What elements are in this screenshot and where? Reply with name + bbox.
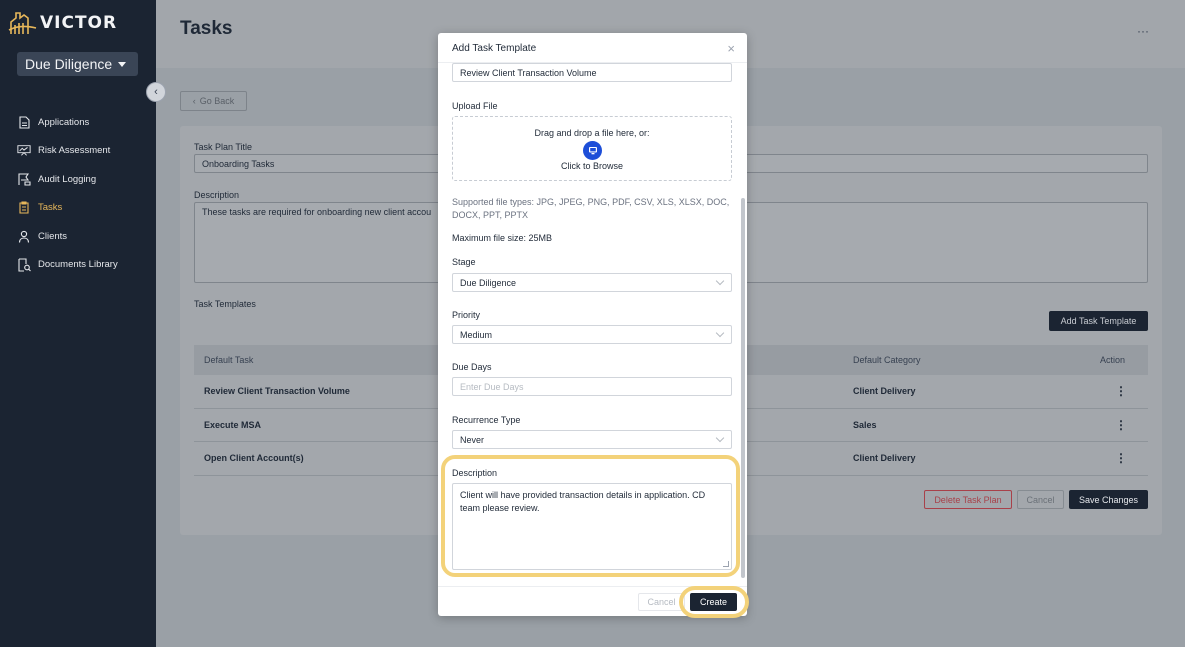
close-icon[interactable]: × xyxy=(727,41,735,56)
castle-logo-icon xyxy=(8,12,37,34)
modal-body: Review Client Transaction Volume Upload … xyxy=(438,63,747,583)
sidebar-item-label: Risk Assessment xyxy=(38,145,111,157)
sidebar-item-clients[interactable]: Clients xyxy=(17,222,118,251)
sidebar-collapse-button[interactable]: ‹ xyxy=(146,82,166,102)
stage-dropdown[interactable]: Due Diligence xyxy=(17,52,138,76)
dropzone-text: Drag and drop a file here, or: xyxy=(534,128,650,138)
chevron-left-icon: ‹ xyxy=(154,86,158,98)
file-dropzone[interactable]: Drag and drop a file here, or: Click to … xyxy=(452,116,732,181)
sidebar-item-label: Audit Logging xyxy=(38,173,97,185)
sidebar: VICTOR Due Diligence Applications Risk A… xyxy=(0,0,156,647)
victor-logo[interactable]: VICTOR xyxy=(8,10,117,36)
description-label: Description xyxy=(452,468,498,478)
task-name-input[interactable]: Review Client Transaction Volume xyxy=(452,63,732,82)
sidebar-item-label: Tasks xyxy=(38,202,63,214)
modal-cancel-button[interactable]: Cancel xyxy=(638,593,685,611)
caret-down-icon xyxy=(118,61,127,67)
document-search-icon xyxy=(17,258,31,272)
stage-label: Stage xyxy=(452,257,476,267)
sidebar-item-risk-assessment[interactable]: Risk Assessment xyxy=(17,137,118,166)
chevron-down-icon xyxy=(715,276,725,286)
due-days-label: Due Days xyxy=(452,362,492,372)
stage-select[interactable]: Due Diligence xyxy=(452,273,732,292)
modal-footer: Cancel Create xyxy=(438,586,747,616)
chevron-down-icon xyxy=(715,328,725,338)
supported-file-types: Supported file types: JPG, JPEG, PNG, PD… xyxy=(452,197,730,220)
sidebar-item-label: Clients xyxy=(38,230,68,242)
logo-text: VICTOR xyxy=(40,13,118,33)
modal-scrollbar[interactable] xyxy=(741,198,745,578)
flag-icon xyxy=(17,172,31,186)
description-textarea[interactable]: Client will have provided transaction de… xyxy=(452,483,732,570)
sidebar-item-audit-logging[interactable]: Audit Logging xyxy=(17,165,118,194)
max-file-size: Maximum file size: 25MB xyxy=(452,233,553,243)
description-text: Client will have provided transaction de… xyxy=(460,490,706,513)
stage-dropdown-label: Due Diligence xyxy=(25,56,113,72)
upload-file-label: Upload File xyxy=(452,101,498,111)
resize-handle-icon[interactable] xyxy=(723,561,729,567)
due-days-input[interactable]: Enter Due Days xyxy=(452,377,732,396)
user-icon xyxy=(17,229,31,243)
sidebar-nav: Applications Risk Assessment Audit Loggi… xyxy=(17,108,118,279)
priority-select[interactable]: Medium xyxy=(452,325,732,344)
priority-label: Priority xyxy=(452,310,481,320)
sidebar-item-label: Documents Library xyxy=(38,259,118,271)
upload-icon[interactable] xyxy=(583,141,602,160)
add-task-template-modal: Add Task Template × Review Client Transa… xyxy=(438,33,747,616)
create-button[interactable]: Create xyxy=(690,593,737,611)
recurrence-type-label: Recurrence Type xyxy=(452,415,521,425)
sidebar-item-documents-library[interactable]: Documents Library xyxy=(17,251,118,280)
document-icon xyxy=(17,115,31,129)
click-to-browse-link[interactable]: Click to Browse xyxy=(453,161,731,171)
recurrence-select-value: Never xyxy=(460,435,485,445)
stage-select-value: Due Diligence xyxy=(460,278,517,288)
sidebar-item-label: Applications xyxy=(38,116,90,128)
chevron-down-icon xyxy=(715,433,725,443)
sidebar-item-tasks[interactable]: Tasks xyxy=(17,194,118,223)
modal-title: Add Task Template xyxy=(452,43,537,54)
modal-header: Add Task Template × xyxy=(438,33,747,63)
sidebar-item-applications[interactable]: Applications xyxy=(17,108,118,137)
chart-board-icon xyxy=(17,144,31,158)
recurrence-type-select[interactable]: Never xyxy=(452,430,732,449)
priority-select-value: Medium xyxy=(460,330,493,340)
clipboard-icon xyxy=(17,201,31,215)
